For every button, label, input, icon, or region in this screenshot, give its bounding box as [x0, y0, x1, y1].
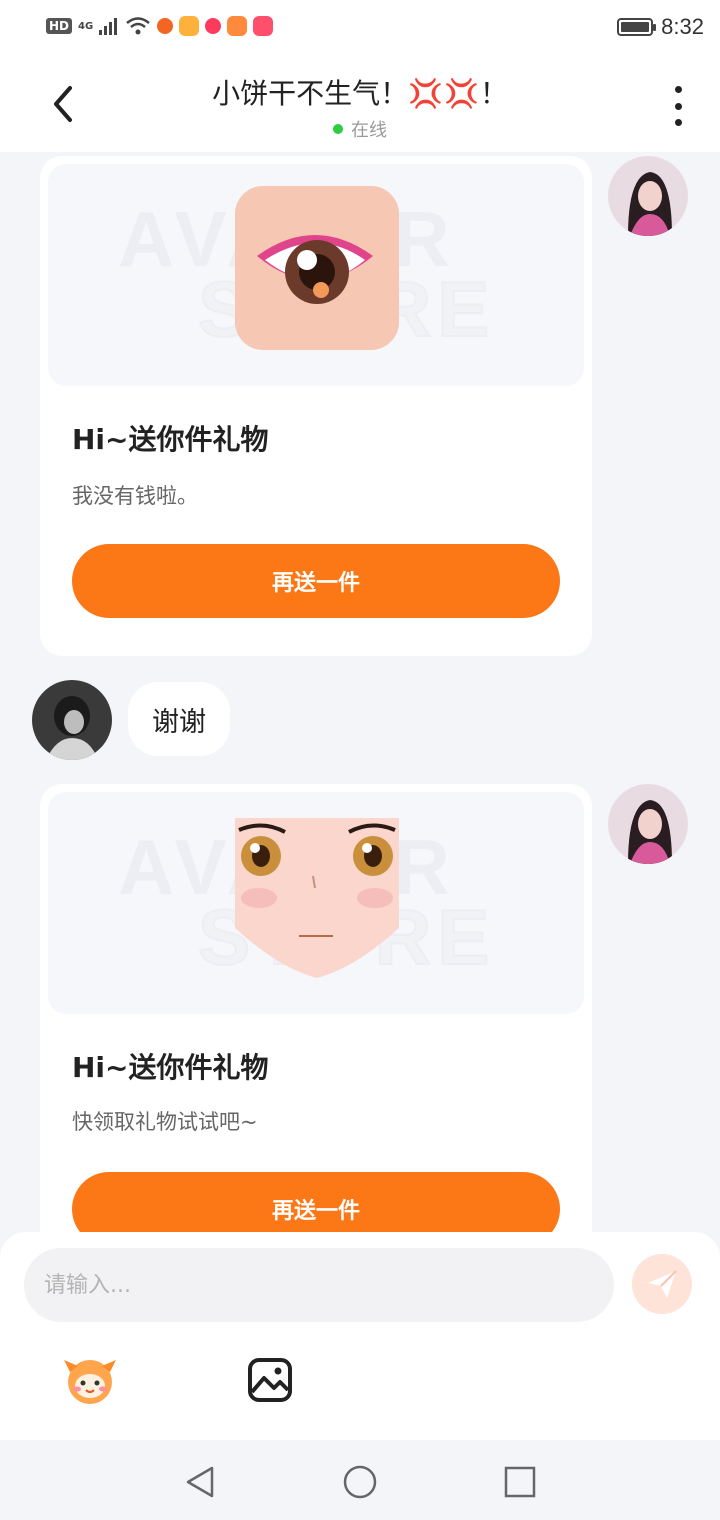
chat-title-text: 小饼干不生气！ [212, 77, 409, 110]
shop-app-icon [253, 16, 274, 36]
online-status-label: 在线 [351, 120, 387, 141]
image-icon [248, 1358, 292, 1402]
face-sticker-icon [235, 818, 399, 978]
nav-home-button[interactable] [340, 1462, 380, 1502]
player-app-icon [227, 16, 248, 36]
avatar-image [608, 784, 688, 864]
anger-emoji: 💢💢 [408, 77, 480, 110]
more-options-button[interactable] [670, 86, 686, 126]
status-right: 8:32 [617, 14, 704, 40]
chat-header: 小饼干不生气！💢💢！ 在线 [0, 58, 720, 152]
gift-image: AVATAR STORE [48, 792, 584, 1014]
paper-plane-icon [648, 1270, 677, 1298]
square-recents-icon [504, 1466, 536, 1498]
eye-sticker-icon [235, 186, 399, 350]
online-dot-icon [333, 124, 343, 134]
battery-icon [617, 18, 657, 36]
system-nav-bar [0, 1440, 720, 1520]
avatar-image [608, 156, 688, 236]
nav-back-button[interactable] [180, 1462, 220, 1502]
chat-messages[interactable]: AVATAR STORE Hi~送你件礼物 我没有钱啦。 再送一件 [0, 152, 720, 1234]
avatar-image [32, 680, 112, 760]
my-avatar[interactable] [608, 784, 688, 864]
gift-title: Hi~送你件礼物 [72, 423, 269, 456]
clock: 8:32 [661, 14, 704, 39]
nav-recents-button[interactable] [500, 1462, 540, 1502]
gift-description: 快领取礼物试试吧~ [72, 1110, 258, 1134]
status-bar: HD 4G 8:32 [0, 0, 720, 58]
hd-badge: HD [46, 18, 73, 34]
send-again-button[interactable]: 再送一件 [72, 1172, 560, 1234]
circle-home-icon [343, 1465, 377, 1499]
message-bubble[interactable]: 谢谢 [128, 682, 230, 756]
video-app-icon [179, 16, 200, 36]
gift-title: Hi~送你件礼物 [72, 1051, 269, 1084]
weibo-icon [157, 18, 174, 34]
chat-title: 小饼干不生气！💢💢！ [0, 72, 720, 112]
gift-description: 我没有钱啦。 [72, 484, 198, 508]
title-wrap: 小饼干不生气！💢💢！ 在线 [0, 72, 720, 142]
friend-avatar[interactable] [32, 680, 112, 760]
wifi-icon [126, 17, 150, 35]
my-avatar[interactable] [608, 156, 688, 236]
gift-card: AVATAR STORE Hi~送你件礼物 快领取礼物试试吧~ 再送一件 [40, 784, 592, 1234]
chat-title-suffix: ！ [479, 77, 508, 110]
more-dot-icon [674, 86, 682, 93]
send-again-button[interactable]: 再送一件 [72, 544, 560, 618]
message-text: 谢谢 [152, 706, 206, 738]
music-app-icon [205, 18, 222, 34]
emoji-sticker-button[interactable] [62, 1352, 118, 1408]
mascot-sticker-icon [64, 1360, 116, 1404]
online-status: 在线 [333, 116, 387, 142]
gift-image: AVATAR STORE [48, 164, 584, 386]
network-type: 4G [78, 20, 94, 32]
signal-icon [99, 18, 118, 35]
status-left: HD 4G [46, 16, 274, 36]
input-panel [0, 1232, 720, 1440]
more-dot-icon [674, 119, 682, 126]
gift-card: AVATAR STORE Hi~送你件礼物 我没有钱啦。 再送一件 [40, 156, 592, 656]
more-dot-icon [674, 102, 682, 110]
send-button[interactable] [632, 1254, 692, 1314]
message-input[interactable] [24, 1248, 614, 1322]
image-picker-button[interactable] [242, 1352, 298, 1408]
triangle-back-icon [186, 1466, 214, 1498]
